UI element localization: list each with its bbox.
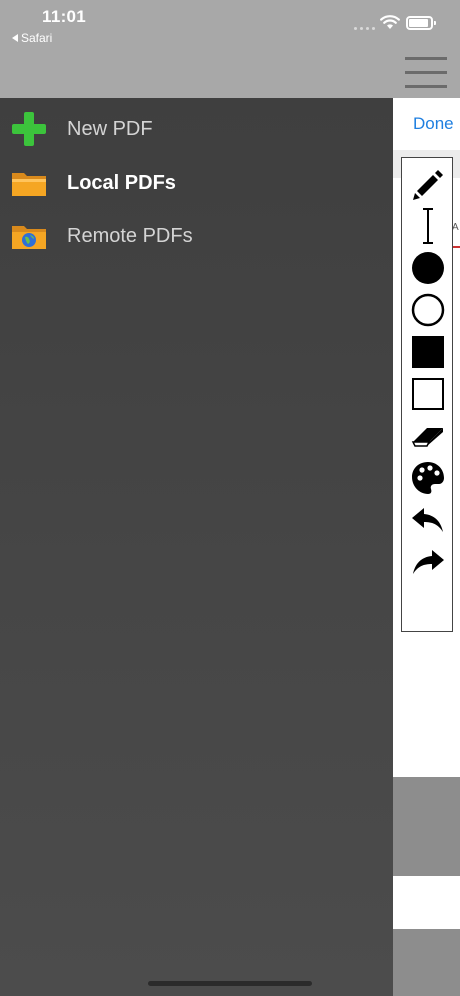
top-bar: 11:01 Safari [0,0,460,98]
drawer-item-remote-pdfs[interactable]: Remote PDFs [0,209,393,263]
drawer-item-label: New PDF [67,117,153,140]
eraser-icon [411,428,443,447]
text-cursor-icon [423,208,433,244]
outline-circle-tool-button[interactable] [410,292,446,328]
plus-icon [12,112,46,146]
outline-square-tool-button[interactable] [410,376,446,412]
battery-icon [406,16,436,30]
filled-square-tool-button[interactable] [410,334,446,370]
document-gray-block [393,777,460,876]
document-page-mark: A [452,222,459,233]
redo-icon [413,550,444,574]
menu-line [405,85,447,88]
document-red-line [452,246,460,248]
drawer-item-label: Remote PDFs [67,224,193,247]
pencil-tool-button[interactable] [410,166,446,202]
back-arrow-icon [12,34,18,42]
wifi-icon [380,15,400,29]
drawer-item-new-pdf[interactable]: New PDF [0,102,393,156]
status-time: 11:01 [42,7,87,26]
home-indicator [148,981,312,986]
eraser-tool-button[interactable] [410,418,446,454]
globe-folder-icon [12,226,46,249]
annotation-toolbar [401,157,453,632]
drawer-item-local-pdfs[interactable]: Local PDFs [0,156,393,210]
done-button[interactable]: Done [413,114,454,134]
hamburger-menu-button[interactable] [402,55,450,93]
text-tool-button[interactable] [410,208,446,244]
folder-icon [12,173,46,196]
back-app-label: Safari [21,31,53,45]
filled-square-icon [412,336,444,368]
palette-icon [412,462,444,494]
back-to-app-link[interactable]: Safari [12,31,52,45]
outline-circle-icon [411,293,445,327]
outline-square-icon [412,378,444,410]
drawer-item-label: Local PDFs [67,171,176,194]
pencil-icon [413,170,443,200]
document-gray-block [393,929,460,996]
cellular-signal-icon [354,27,375,30]
menu-line [405,57,447,60]
redo-button[interactable] [410,544,446,580]
undo-icon [412,508,443,532]
color-palette-button[interactable] [410,460,446,496]
filled-circle-icon [412,252,444,284]
filled-circle-tool-button[interactable] [410,250,446,286]
side-drawer: New PDF Local PDFs Remote PDFs [0,98,393,996]
menu-line [405,71,447,74]
undo-button[interactable] [410,502,446,538]
